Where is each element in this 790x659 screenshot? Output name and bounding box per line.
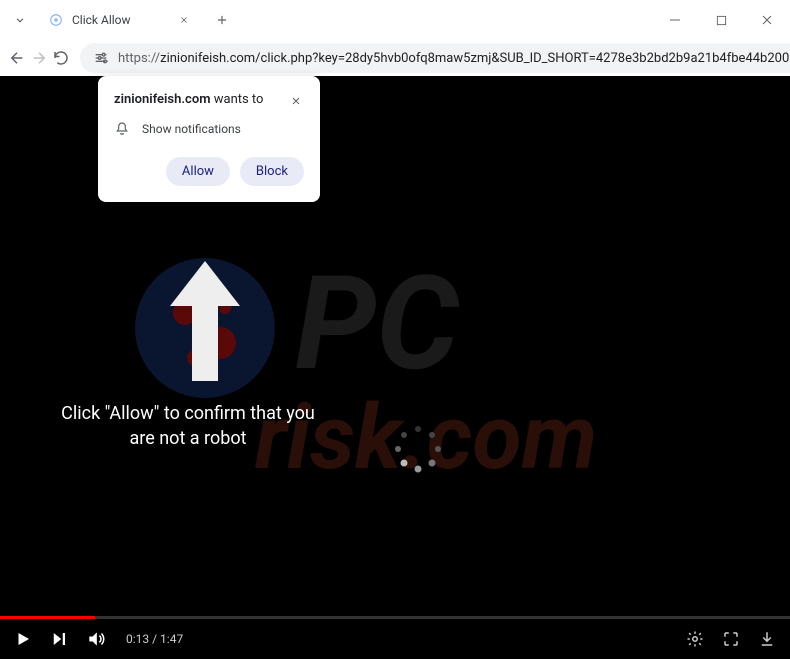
close-icon: [179, 15, 189, 25]
download-button[interactable]: [758, 630, 776, 648]
gear-icon: [686, 630, 704, 648]
svg-text:PC: PC: [295, 247, 459, 400]
prompt-close-button[interactable]: [290, 92, 304, 106]
maximize-icon: [716, 15, 727, 26]
volume-icon: [86, 629, 106, 649]
reload-button[interactable]: [52, 42, 70, 74]
spinner-icon: [390, 421, 446, 477]
settings-button[interactable]: [686, 630, 704, 648]
maximize-button[interactable]: [698, 4, 744, 36]
back-button[interactable]: [8, 42, 26, 74]
play-button[interactable]: [14, 630, 32, 648]
block-button[interactable]: Block: [240, 157, 304, 186]
fullscreen-button[interactable]: [722, 630, 740, 648]
prompt-title: zinionifeish.com wants to: [114, 92, 263, 107]
minimize-button[interactable]: [652, 4, 698, 36]
fullscreen-icon: [722, 630, 740, 648]
browser-tab[interactable]: Click Allow: [40, 3, 200, 37]
close-icon: [761, 14, 773, 26]
arrow-up-icon: [160, 251, 250, 391]
tab-close-button[interactable]: [176, 12, 192, 28]
address-bar[interactable]: https://zinionifeish.com/click.php?key=2…: [80, 43, 790, 73]
forward-button[interactable]: [30, 42, 48, 74]
volume-button[interactable]: [86, 629, 106, 649]
prompt-permission-label: Show notifications: [142, 122, 241, 136]
allow-button[interactable]: Allow: [166, 157, 230, 186]
arrow-left-icon: [8, 49, 26, 67]
next-button[interactable]: [50, 630, 68, 648]
video-time: 0:13 / 1:47: [126, 632, 183, 646]
new-tab-button[interactable]: [208, 6, 236, 34]
tab-search-button[interactable]: [4, 4, 36, 36]
skip-next-icon: [50, 630, 68, 648]
minimize-icon: [669, 14, 681, 26]
arrow-right-icon: [30, 49, 48, 67]
bell-icon: [114, 121, 130, 137]
url-text: https://zinionifeish.com/click.php?key=2…: [118, 51, 790, 66]
play-icon: [14, 630, 32, 648]
scam-message: Click "Allow" to confirm that you are no…: [48, 401, 328, 451]
plus-icon: [215, 13, 229, 27]
tune-icon: [93, 50, 109, 66]
reload-icon: [52, 49, 70, 67]
close-icon: [290, 95, 302, 107]
tab-title: Click Allow: [72, 13, 176, 27]
site-info-button[interactable]: [92, 49, 110, 67]
video-player-controls: 0:13 / 1:47: [0, 619, 790, 659]
browser-toolbar: https://zinionifeish.com/click.php?key=2…: [0, 40, 790, 76]
chevron-down-icon: [13, 13, 27, 27]
tab-favicon-icon: [48, 12, 64, 28]
close-window-button[interactable]: [744, 4, 790, 36]
download-icon: [758, 630, 776, 648]
page-content: PC risk.com zinionifeish.com wants to Sh…: [0, 76, 790, 659]
window-titlebar: Click Allow: [0, 0, 790, 40]
notification-permission-prompt: zinionifeish.com wants to Show notificat…: [98, 76, 320, 202]
